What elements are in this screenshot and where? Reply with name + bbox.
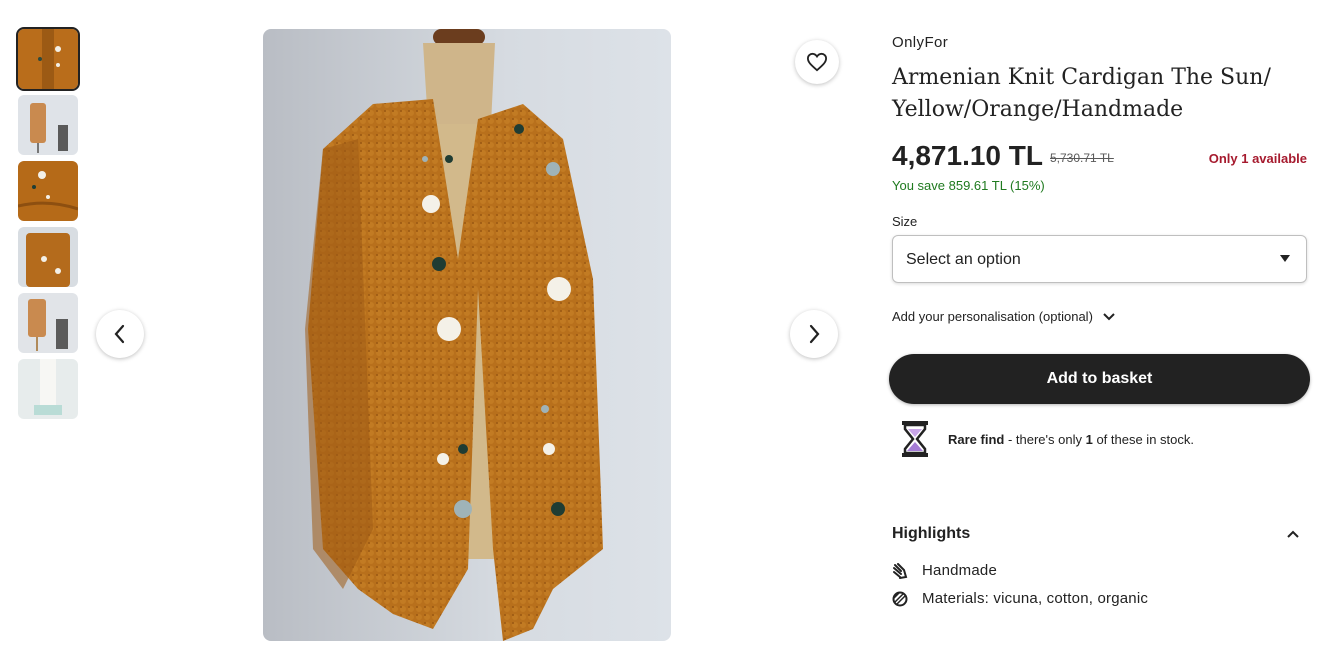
personalisation-label: Add your personalisation (optional) [892, 309, 1093, 324]
price-row: 4,871.10 TL 5,730.71 TL Only 1 available [892, 140, 1307, 176]
highlight-item-handmade: Handmade [892, 562, 997, 579]
next-image-button[interactable] [790, 310, 838, 358]
thumbnail-3[interactable] [18, 161, 78, 221]
thumbnail-list [16, 27, 80, 425]
availability-text: Only 1 available [1208, 151, 1307, 166]
thumbnail-1[interactable] [16, 27, 80, 91]
yarn-icon [892, 591, 908, 606]
product-title: Armenian Knit Cardigan The Sun/ Yellow/O… [892, 65, 1271, 122]
hand-icon [893, 562, 908, 579]
thumbnail-6[interactable] [18, 359, 78, 419]
size-select[interactable]: Select an option [892, 235, 1307, 283]
chevron-left-icon [114, 324, 125, 344]
cardigan-photo [263, 29, 671, 641]
highlight-label: Handmade [922, 562, 997, 579]
stock-notice-text: Rare find - there's only 1 of these in s… [948, 432, 1194, 447]
current-price: 4,871.10 TL [892, 140, 1043, 171]
heart-icon [806, 52, 828, 72]
original-price: 5,730.71 TL [1050, 151, 1114, 165]
add-to-basket-button[interactable]: Add to basket [889, 354, 1310, 404]
stock-notice: Rare find - there's only 1 of these in s… [900, 420, 1194, 458]
savings-text: You save 859.61 TL (15%) [892, 178, 1045, 193]
highlight-item-materials: Materials: vicuna, cotton, organic [892, 590, 1148, 607]
thumbnail-5[interactable] [18, 293, 78, 353]
size-select-value: Select an option [906, 251, 1021, 268]
stock-count: 1 [1085, 431, 1093, 447]
chevron-up-icon [1287, 530, 1299, 538]
product-main-image [263, 29, 671, 641]
thumbnail-2[interactable] [18, 95, 78, 155]
previous-image-button[interactable] [96, 310, 144, 358]
personalisation-toggle[interactable]: Add your personalisation (optional) [892, 309, 1115, 324]
size-label: Size [892, 214, 918, 229]
stock-notice-bold: Rare find [948, 431, 1005, 447]
highlights-toggle[interactable]: Highlights [892, 525, 1307, 543]
caret-down-icon [1280, 255, 1290, 262]
favorite-button[interactable] [795, 40, 839, 84]
chevron-down-icon [1103, 312, 1115, 320]
thumbnail-4[interactable] [18, 227, 78, 287]
shop-name-link[interactable]: OnlyFor [892, 34, 948, 51]
hourglass-icon [902, 421, 928, 457]
stock-notice-text-after: of these in stock. [1092, 431, 1194, 447]
highlight-label: Materials: vicuna, cotton, organic [922, 590, 1149, 607]
chevron-right-icon [809, 324, 820, 344]
highlights-heading: Highlights [892, 525, 971, 542]
stock-notice-text-before: - there's only [1004, 431, 1086, 447]
